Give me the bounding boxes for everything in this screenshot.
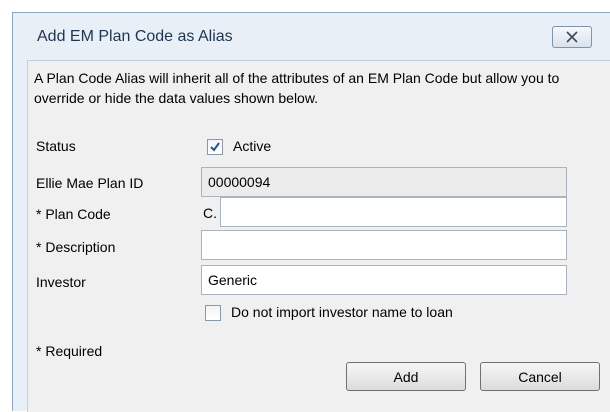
active-checkbox[interactable] [207,139,223,155]
status-label: Status [36,138,76,154]
investor-input[interactable] [201,265,567,295]
plan-code-label: * Plan Code [36,206,111,222]
plan-id-field [201,167,567,197]
close-icon [566,31,578,43]
title-bar: Add EM Plan Code as Alias [13,13,610,60]
cancel-button[interactable]: Cancel [480,362,600,391]
plan-code-input[interactable] [220,197,567,227]
required-note: * Required [36,343,103,359]
no-import-label: Do not import investor name to loan [231,304,453,320]
plan-id-label: Ellie Mae Plan ID [36,175,144,191]
investor-label: Investor [36,274,86,290]
checkmark-icon [210,142,220,152]
description-input[interactable] [201,230,567,260]
add-button[interactable]: Add [346,362,466,391]
dialog-description: A Plan Code Alias will inherit all of th… [34,70,560,106]
active-label: Active [233,138,272,154]
close-button[interactable] [552,26,592,48]
plan-code-prefix: C. [203,205,217,221]
description-label: * Description [36,239,116,255]
no-import-checkbox[interactable] [205,305,221,321]
dialog-title: Add EM Plan Code as Alias [37,28,233,45]
